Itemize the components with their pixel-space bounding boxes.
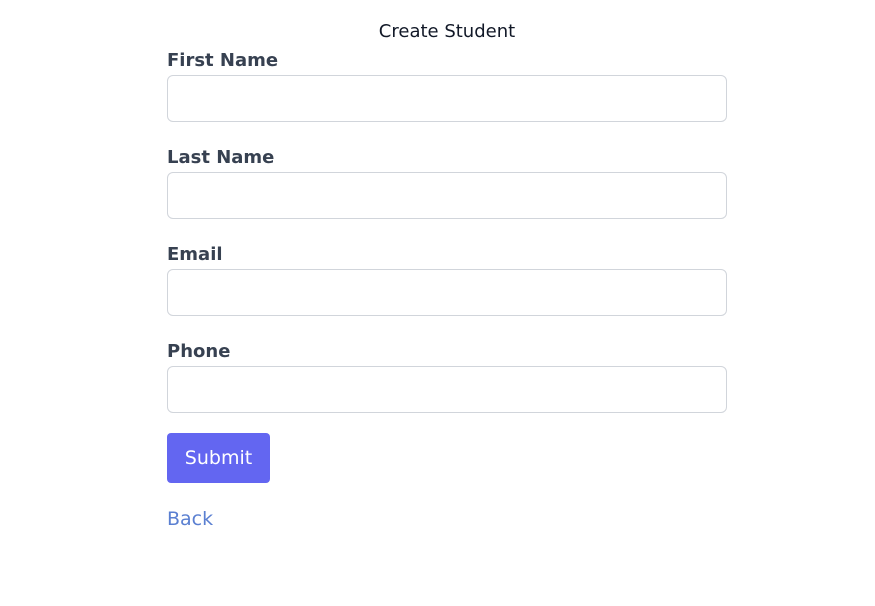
last-name-field-group: Last Name	[167, 147, 727, 244]
first-name-label: First Name	[167, 50, 279, 71]
create-student-page: Create Student First Name Last Name Emai…	[0, 0, 875, 606]
email-field-group: Email	[167, 244, 727, 341]
last-name-label: Last Name	[167, 147, 275, 168]
email-input[interactable]	[167, 269, 727, 316]
last-name-input[interactable]	[167, 172, 727, 219]
first-name-input[interactable]	[167, 75, 727, 122]
phone-field-group: Phone	[167, 341, 727, 438]
email-label: Email	[167, 244, 223, 265]
back-link[interactable]: Back	[167, 507, 213, 531]
phone-label: Phone	[167, 341, 231, 362]
submit-button[interactable]: Submit	[167, 433, 270, 483]
first-name-field-group: First Name	[167, 50, 727, 147]
create-student-form: First Name Last Name Email Phone Submit …	[167, 50, 727, 530]
phone-input[interactable]	[167, 366, 727, 413]
page-title: Create Student	[378, 21, 516, 42]
